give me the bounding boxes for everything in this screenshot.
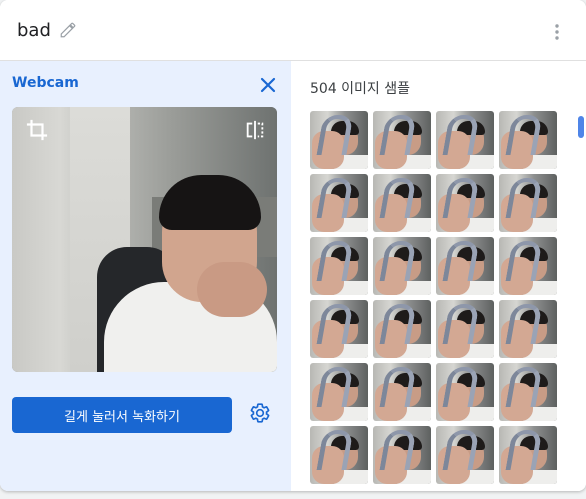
settings-icon[interactable]	[249, 402, 271, 424]
scrollbar[interactable]	[578, 116, 584, 138]
sample-thumbnail[interactable]	[499, 111, 557, 169]
sample-thumbnail[interactable]	[436, 174, 494, 232]
flip-icon[interactable]	[244, 119, 266, 141]
sample-thumbnail[interactable]	[499, 174, 557, 232]
class-header: bad	[0, 0, 586, 61]
webcam-preview	[12, 107, 277, 372]
sample-thumbnail[interactable]	[310, 426, 368, 484]
sample-thumbnail[interactable]	[310, 174, 368, 232]
more-vert-icon[interactable]	[552, 22, 562, 42]
sample-thumbnail[interactable]	[310, 111, 368, 169]
class-name[interactable]: bad	[17, 20, 51, 41]
sample-count: 504 이미지 샘플	[310, 81, 411, 97]
hold-to-record-button[interactable]: 길게 눌러서 녹화하기	[12, 397, 232, 433]
sample-thumbnail[interactable]	[310, 363, 368, 421]
sample-thumbnail[interactable]	[499, 300, 557, 358]
pencil-icon[interactable]	[59, 21, 77, 39]
sample-thumbnail[interactable]	[373, 426, 431, 484]
sample-thumbnail[interactable]	[310, 237, 368, 295]
samples-panel: 504 이미지 샘플	[292, 61, 586, 491]
crop-icon[interactable]	[26, 119, 48, 141]
sample-thumbnail[interactable]	[373, 237, 431, 295]
class-card: bad Webcam 길게 눌러서 녹화하기 504 이미지 샘플	[0, 0, 586, 491]
sample-thumbnail[interactable]	[436, 300, 494, 358]
sample-grid	[310, 111, 560, 484]
sample-thumbnail[interactable]	[499, 363, 557, 421]
webcam-panel: Webcam 길게 눌러서 녹화하기	[0, 61, 291, 491]
sample-thumbnail[interactable]	[436, 426, 494, 484]
webcam-title: Webcam	[12, 75, 79, 91]
close-icon[interactable]	[260, 77, 276, 93]
sample-thumbnail[interactable]	[436, 111, 494, 169]
sample-thumbnail[interactable]	[373, 300, 431, 358]
sample-thumbnail[interactable]	[436, 237, 494, 295]
sample-thumbnail[interactable]	[499, 237, 557, 295]
sample-thumbnail[interactable]	[310, 300, 368, 358]
sample-thumbnail[interactable]	[499, 426, 557, 484]
sample-thumbnail[interactable]	[373, 111, 431, 169]
sample-thumbnail[interactable]	[373, 174, 431, 232]
sample-thumbnail[interactable]	[373, 363, 431, 421]
sample-thumbnail[interactable]	[436, 363, 494, 421]
